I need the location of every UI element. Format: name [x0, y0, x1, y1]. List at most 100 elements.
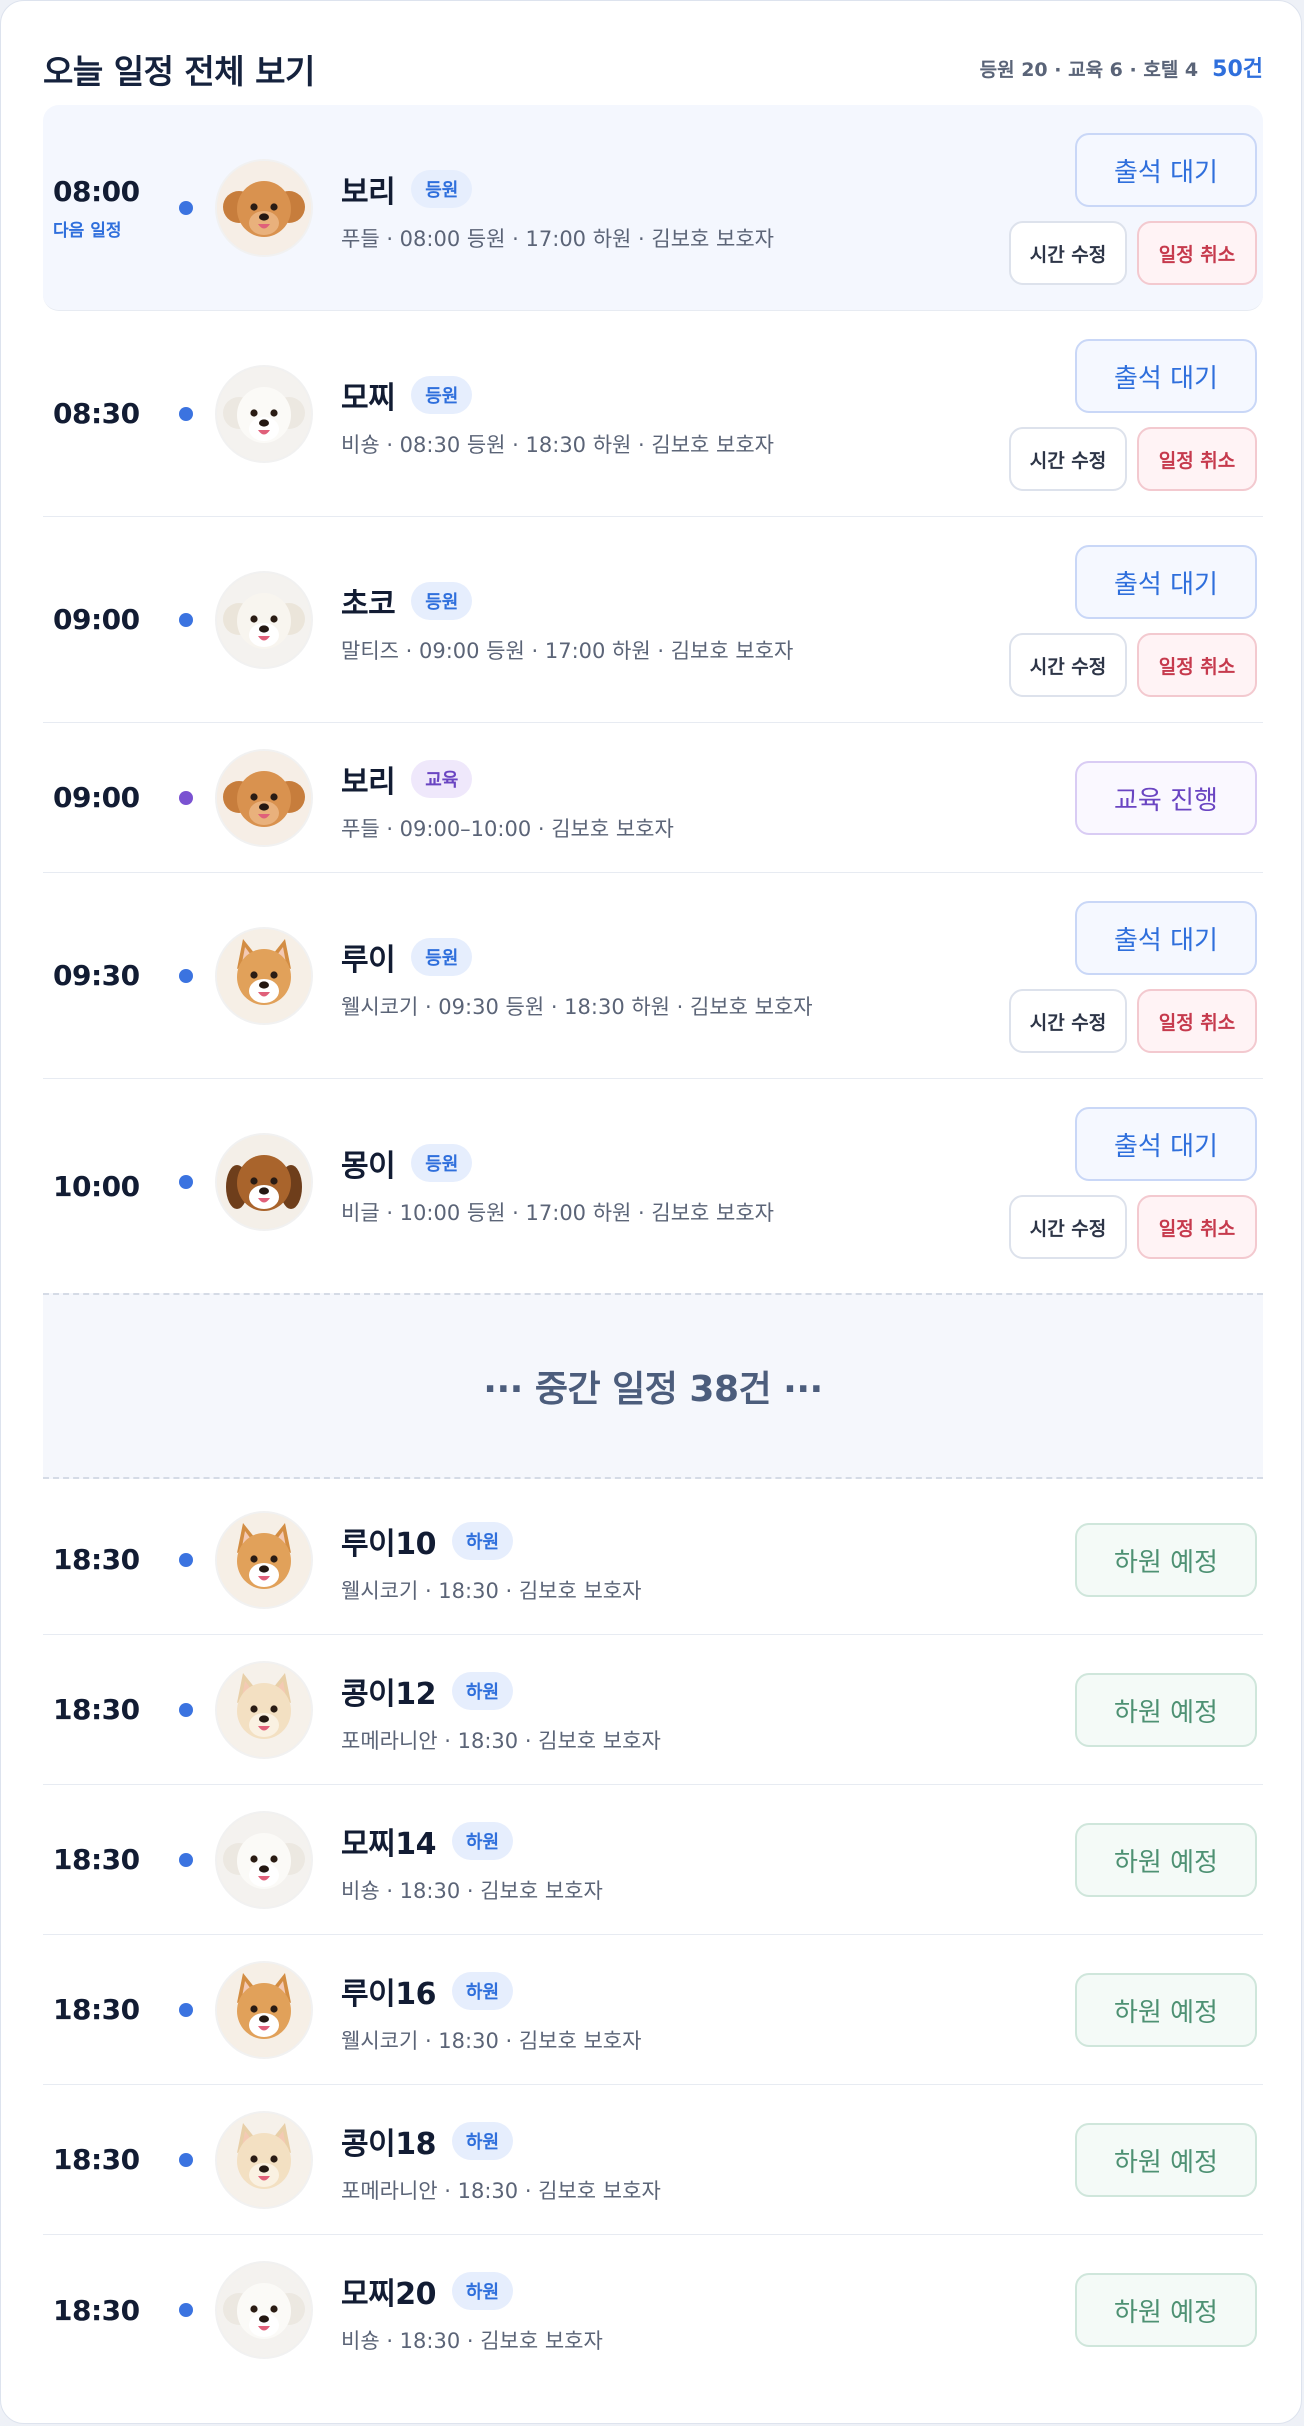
dog-name: 루이	[341, 943, 396, 978]
dog-face-icon	[217, 2263, 311, 2357]
attendance-wait-button[interactable]: 출석 대기	[1075, 545, 1257, 619]
row-meta: 비숑 · 18:30 · 김보호 보호자	[341, 2329, 603, 2353]
row-time: 08:30	[53, 397, 140, 430]
cancel-schedule-button[interactable]: 일정 취소	[1137, 633, 1257, 697]
type-badge: 하원	[451, 2122, 514, 2160]
dog-name: 모찌	[341, 381, 396, 416]
leave-scheduled-button[interactable]: 하원 예정	[1075, 2273, 1257, 2347]
type-badge: 등원	[411, 376, 473, 414]
dog-name: 모찌14	[341, 1827, 436, 1862]
dog-name: 보리	[341, 765, 396, 800]
type-badge: 등원	[411, 1144, 473, 1182]
dog-face-icon	[217, 1135, 311, 1229]
cancel-schedule-button[interactable]: 일정 취소	[1137, 1195, 1257, 1259]
dog-avatar	[217, 161, 311, 255]
total-count: 50건	[1212, 57, 1263, 82]
edit-time-button[interactable]: 시간 수정	[1009, 989, 1127, 1053]
schedule-row[interactable]: 10:00 몽이 등원 비글 · 10:00 등원 · 17:00 하원 · 김…	[43, 1079, 1263, 1293]
attendance-wait-button[interactable]: 출석 대기	[1075, 133, 1257, 207]
type-badge: 하원	[451, 1972, 514, 2010]
status-dot	[179, 1853, 193, 1867]
dog-face-icon	[217, 161, 311, 255]
dog-name: 콩이12	[341, 1677, 436, 1712]
attendance-wait-button[interactable]: 출석 대기	[1075, 339, 1257, 413]
dog-face-icon	[217, 1813, 311, 1907]
schedule-row[interactable]: 09:00 보리 교육 푸들 · 09:00–10:00 · 김보호 보호자 교…	[43, 723, 1263, 873]
row-time: 18:30	[53, 2293, 140, 2327]
row-meta: 말티즈 · 09:00 등원 · 17:00 하원 · 김보호 보호자	[341, 639, 794, 663]
leave-scheduled-button[interactable]: 하원 예정	[1075, 1973, 1257, 2047]
dog-avatar	[217, 1135, 311, 1229]
dog-name: 루이16	[341, 1977, 436, 2012]
leave-scheduled-button[interactable]: 하원 예정	[1075, 1823, 1257, 1897]
row-meta: 푸들 · 08:00 등원 · 17:00 하원 · 김보호 보호자	[341, 227, 774, 251]
edit-time-button[interactable]: 시간 수정	[1009, 427, 1127, 491]
schedule-row[interactable]: 18:30 루이10 하원 웰시코기 · 18:30 · 김보호 보호자 하원 …	[43, 1485, 1263, 1635]
row-meta: 웰시코기 · 18:30 · 김보호 보호자	[341, 1579, 642, 1603]
schedule-row[interactable]: 18:30 콩이18 하원 포메라니안 · 18:30 · 김보호 보호자 하원…	[43, 2085, 1263, 2235]
schedule-row[interactable]: 09:00 초코 등원 말티즈 · 09:00 등원 · 17:00 하원 · …	[43, 517, 1263, 723]
schedule-row[interactable]: 18:30 루이16 하원 웰시코기 · 18:30 · 김보호 보호자 하원 …	[43, 1935, 1263, 2085]
schedule-header: 오늘 일정 전체 보기 등원 20 · 교육 6 · 호텔 4 50건	[43, 41, 1263, 91]
cancel-schedule-button[interactable]: 일정 취소	[1137, 989, 1257, 1053]
row-time: 10:00	[53, 1169, 140, 1203]
leave-scheduled-button[interactable]: 하원 예정	[1075, 1523, 1257, 1597]
edit-time-button[interactable]: 시간 수정	[1009, 633, 1127, 697]
next-schedule-label: 다음 일정	[53, 220, 122, 241]
dog-face-icon	[217, 573, 311, 667]
type-badge: 하원	[451, 1822, 514, 1860]
dog-name: 보리	[341, 175, 396, 210]
type-badge: 하원	[451, 2272, 514, 2310]
edit-time-button[interactable]: 시간 수정	[1009, 1195, 1127, 1259]
schedule-row[interactable]: 18:30 모찌14 하원 비숑 · 18:30 · 김보호 보호자 하원 예정	[43, 1785, 1263, 1935]
category-counts: 등원 20 · 교육 6 · 호텔 4	[979, 59, 1199, 81]
type-badge: 등원	[411, 582, 473, 620]
row-time: 08:00	[53, 174, 140, 208]
schedule-row[interactable]: 08:00 다음 일정 보리 등원 푸들 · 08:00 등원 · 17:00 …	[43, 105, 1263, 311]
row-time: 09:30	[53, 959, 140, 992]
row-meta: 비숑 · 18:30 · 김보호 보호자	[341, 1879, 603, 1903]
attendance-wait-button[interactable]: 출석 대기	[1075, 901, 1257, 975]
dog-avatar	[217, 1963, 311, 2057]
dog-face-icon	[217, 1663, 311, 1757]
leave-scheduled-button[interactable]: 하원 예정	[1075, 1673, 1257, 1747]
schedule-row[interactable]: 09:30 루이 등원 웰시코기 · 09:30 등원 · 18:30 하원 ·…	[43, 873, 1263, 1079]
dog-face-icon	[217, 367, 311, 461]
dog-face-icon	[217, 2113, 311, 2207]
dog-avatar	[217, 751, 311, 845]
type-badge: 하원	[451, 1522, 514, 1560]
status-dot	[179, 2303, 193, 2317]
type-badge: 등원	[411, 170, 473, 208]
education-progress-button[interactable]: 교육 진행	[1075, 761, 1257, 835]
row-time: 18:30	[53, 1543, 140, 1576]
cancel-schedule-button[interactable]: 일정 취소	[1137, 221, 1257, 285]
schedule-row[interactable]: 18:30 모찌20 하원 비숑 · 18:30 · 김보호 보호자 하원 예정	[43, 2235, 1263, 2385]
row-meta: 웰시코기 · 09:30 등원 · 18:30 하원 · 김보호 보호자	[341, 995, 813, 1019]
attendance-wait-button[interactable]: 출석 대기	[1075, 1107, 1257, 1181]
dog-avatar	[217, 929, 311, 1023]
dog-avatar	[217, 1663, 311, 1757]
type-badge: 등원	[411, 938, 473, 976]
leave-scheduled-button[interactable]: 하원 예정	[1075, 2123, 1257, 2197]
status-dot	[179, 1553, 193, 1567]
status-dot	[179, 407, 193, 421]
dog-face-icon	[217, 751, 311, 845]
type-badge: 교육	[411, 760, 473, 798]
status-dot	[179, 1175, 193, 1189]
dog-name: 몽이	[341, 1149, 396, 1184]
schedule-row[interactable]: 18:30 콩이12 하원 포메라니안 · 18:30 · 김보호 보호자 하원…	[43, 1635, 1263, 1785]
cancel-schedule-button[interactable]: 일정 취소	[1137, 427, 1257, 491]
dog-face-icon	[217, 1513, 311, 1607]
row-meta: 비글 · 10:00 등원 · 17:00 하원 · 김보호 보호자	[341, 1201, 774, 1225]
schedule-card: 오늘 일정 전체 보기 등원 20 · 교육 6 · 호텔 4 50건 08:0…	[0, 0, 1302, 2424]
status-dot	[179, 2153, 193, 2167]
collapsed-schedules[interactable]: ··· 중간 일정 38건 ···	[43, 1293, 1263, 1479]
schedule-row[interactable]: 08:30 모찌 등원 비숑 · 08:30 등원 · 18:30 하원 · 김…	[43, 311, 1263, 517]
edit-time-button[interactable]: 시간 수정	[1009, 221, 1127, 285]
dog-avatar	[217, 1813, 311, 1907]
dog-avatar	[217, 2113, 311, 2207]
status-dot	[179, 2003, 193, 2017]
collapsed-count-label: ··· 중간 일정 38건 ···	[483, 1369, 823, 1410]
dog-name: 모찌20	[341, 2277, 436, 2312]
row-time: 18:30	[53, 1843, 140, 1876]
